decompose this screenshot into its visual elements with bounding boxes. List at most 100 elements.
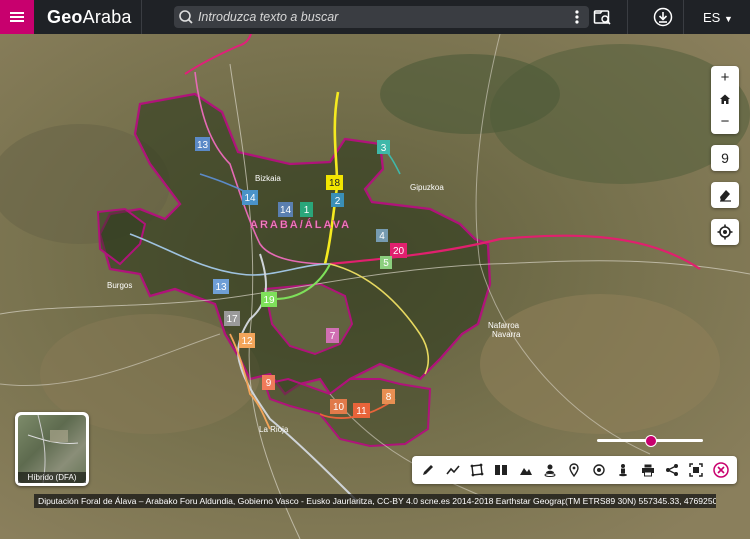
compare-tool[interactable] [492,461,510,479]
divider [141,0,142,34]
route-marker-19[interactable]: 19 [261,292,277,307]
chevron-down-icon: ▼ [723,14,733,24]
logo-geo: Geo [47,6,83,27]
crosshair-icon [717,224,733,240]
route-marker-3[interactable]: 3 [377,140,390,154]
route-marker-9[interactable]: 9 [262,375,275,390]
svg-text:9: 9 [266,378,272,389]
route-marker-18[interactable]: 18 [326,175,343,190]
streetview-tool[interactable] [541,461,559,479]
svg-text:8: 8 [386,392,392,403]
book-icon [495,465,508,475]
more-options-icon[interactable] [569,8,585,26]
language-selector[interactable]: ES ▼ [703,10,733,25]
add-marker-tool[interactable] [565,461,583,479]
slider-handle[interactable] [645,435,657,447]
app-logo[interactable]: GeoAraba [47,7,132,28]
svg-text:17: 17 [226,314,238,325]
search-icon [179,10,193,24]
svg-text:14: 14 [280,205,292,216]
svg-text:18: 18 [329,178,341,189]
route-marker-1[interactable]: 1 [300,202,313,217]
svg-text:19: 19 [263,295,275,306]
route-marker-10[interactable]: 10 [330,399,347,414]
svg-text:2: 2 [335,196,341,207]
page-indicator[interactable]: 9 [711,145,739,171]
draw-tool[interactable] [419,461,437,479]
elevation-tool[interactable] [517,461,535,479]
home-icon [720,94,730,104]
route-marker-8[interactable]: 8 [382,389,395,404]
svg-text:20: 20 [393,246,405,257]
divider [683,0,684,34]
svg-text:1: 1 [304,205,310,216]
download-icon[interactable] [653,7,673,27]
route-marker-17[interactable]: 17 [224,311,240,326]
svg-text:7: 7 [330,331,336,342]
zoom-controls: + − [711,66,739,134]
route-marker-14[interactable]: 14 [278,202,293,217]
close-toolbar-button[interactable] [712,461,730,479]
route-marker-7[interactable]: 7 [326,328,339,343]
svg-text:14: 14 [244,193,256,204]
eraser-icon [720,190,731,202]
label-bizkaia: Bizkaia [255,174,281,183]
coordinates-readout: (TM ETRS89 30N) 557345.33, 4769250.03 [565,494,716,508]
share-tool[interactable] [663,461,681,479]
map-toolbar [412,456,737,484]
polygon-icon [470,463,484,477]
opacity-slider[interactable] [597,435,703,447]
minus-icon: − [720,112,730,130]
search-input[interactable] [195,9,570,25]
measure-line-tool[interactable] [444,461,462,479]
label-alava: ARABA/ÁLAVA [250,218,351,231]
basemap-switcher[interactable]: Híbrido (DFA) [15,412,89,486]
route-marker-16[interactable]: 13 [195,137,210,151]
route-marker-4[interactable]: 4 [376,229,388,242]
pencil-icon [423,465,434,475]
svg-text:3: 3 [381,143,387,154]
printer-icon [641,464,654,477]
label-rioja: La Rioja [259,425,289,434]
terrain-patch [380,54,560,134]
locate-button[interactable] [711,219,739,245]
hamburger-menu-button[interactable] [0,0,34,34]
top-bar: GeoAraba ES ▼ [0,0,750,34]
pegman-icon [619,464,628,477]
route-marker-15[interactable]: 14 [242,190,258,205]
measure-area-tool[interactable] [468,461,486,479]
route-marker-12[interactable]: 12 [239,333,255,348]
map-attribution: Diputación Foral de Álava – Arabako Foru… [34,494,565,508]
terrain-patch [480,294,720,434]
search-layer-icon[interactable] [593,8,613,26]
coordinates-tool[interactable] [590,461,608,479]
svg-text:12: 12 [241,336,253,347]
label-nafarroa: Nafarroa Navarra [488,321,521,339]
divider [627,0,628,34]
svg-text:13: 13 [215,282,227,293]
menu-icon [10,10,24,24]
pegman-tool[interactable] [614,461,632,479]
route-marker-13[interactable]: 13 [213,279,229,294]
language-label: ES [703,10,721,25]
svg-text:5: 5 [383,258,389,269]
polyline-icon [445,465,460,475]
close-icon [712,462,729,478]
zoom-in-button[interactable]: + [711,66,739,88]
target-icon [593,464,605,476]
fullscreen-icon [689,463,704,477]
route-marker-2[interactable]: 2 [331,193,344,207]
search-box[interactable] [174,6,589,28]
eraser-button[interactable] [711,182,739,208]
person-pin-icon [544,464,556,477]
route-marker-5[interactable]: 5 [380,256,392,269]
fullscreen-tool[interactable] [687,461,705,479]
svg-text:10: 10 [333,402,345,413]
basemap-label: Híbrido (DFA) [18,472,86,483]
route-marker-20[interactable]: 20 [390,243,407,258]
zoom-out-button[interactable]: − [711,110,739,132]
logo-araba: Araba [82,6,132,27]
route-marker-11[interactable]: 11 [353,403,370,418]
print-tool[interactable] [639,461,657,479]
home-button[interactable] [711,88,739,110]
